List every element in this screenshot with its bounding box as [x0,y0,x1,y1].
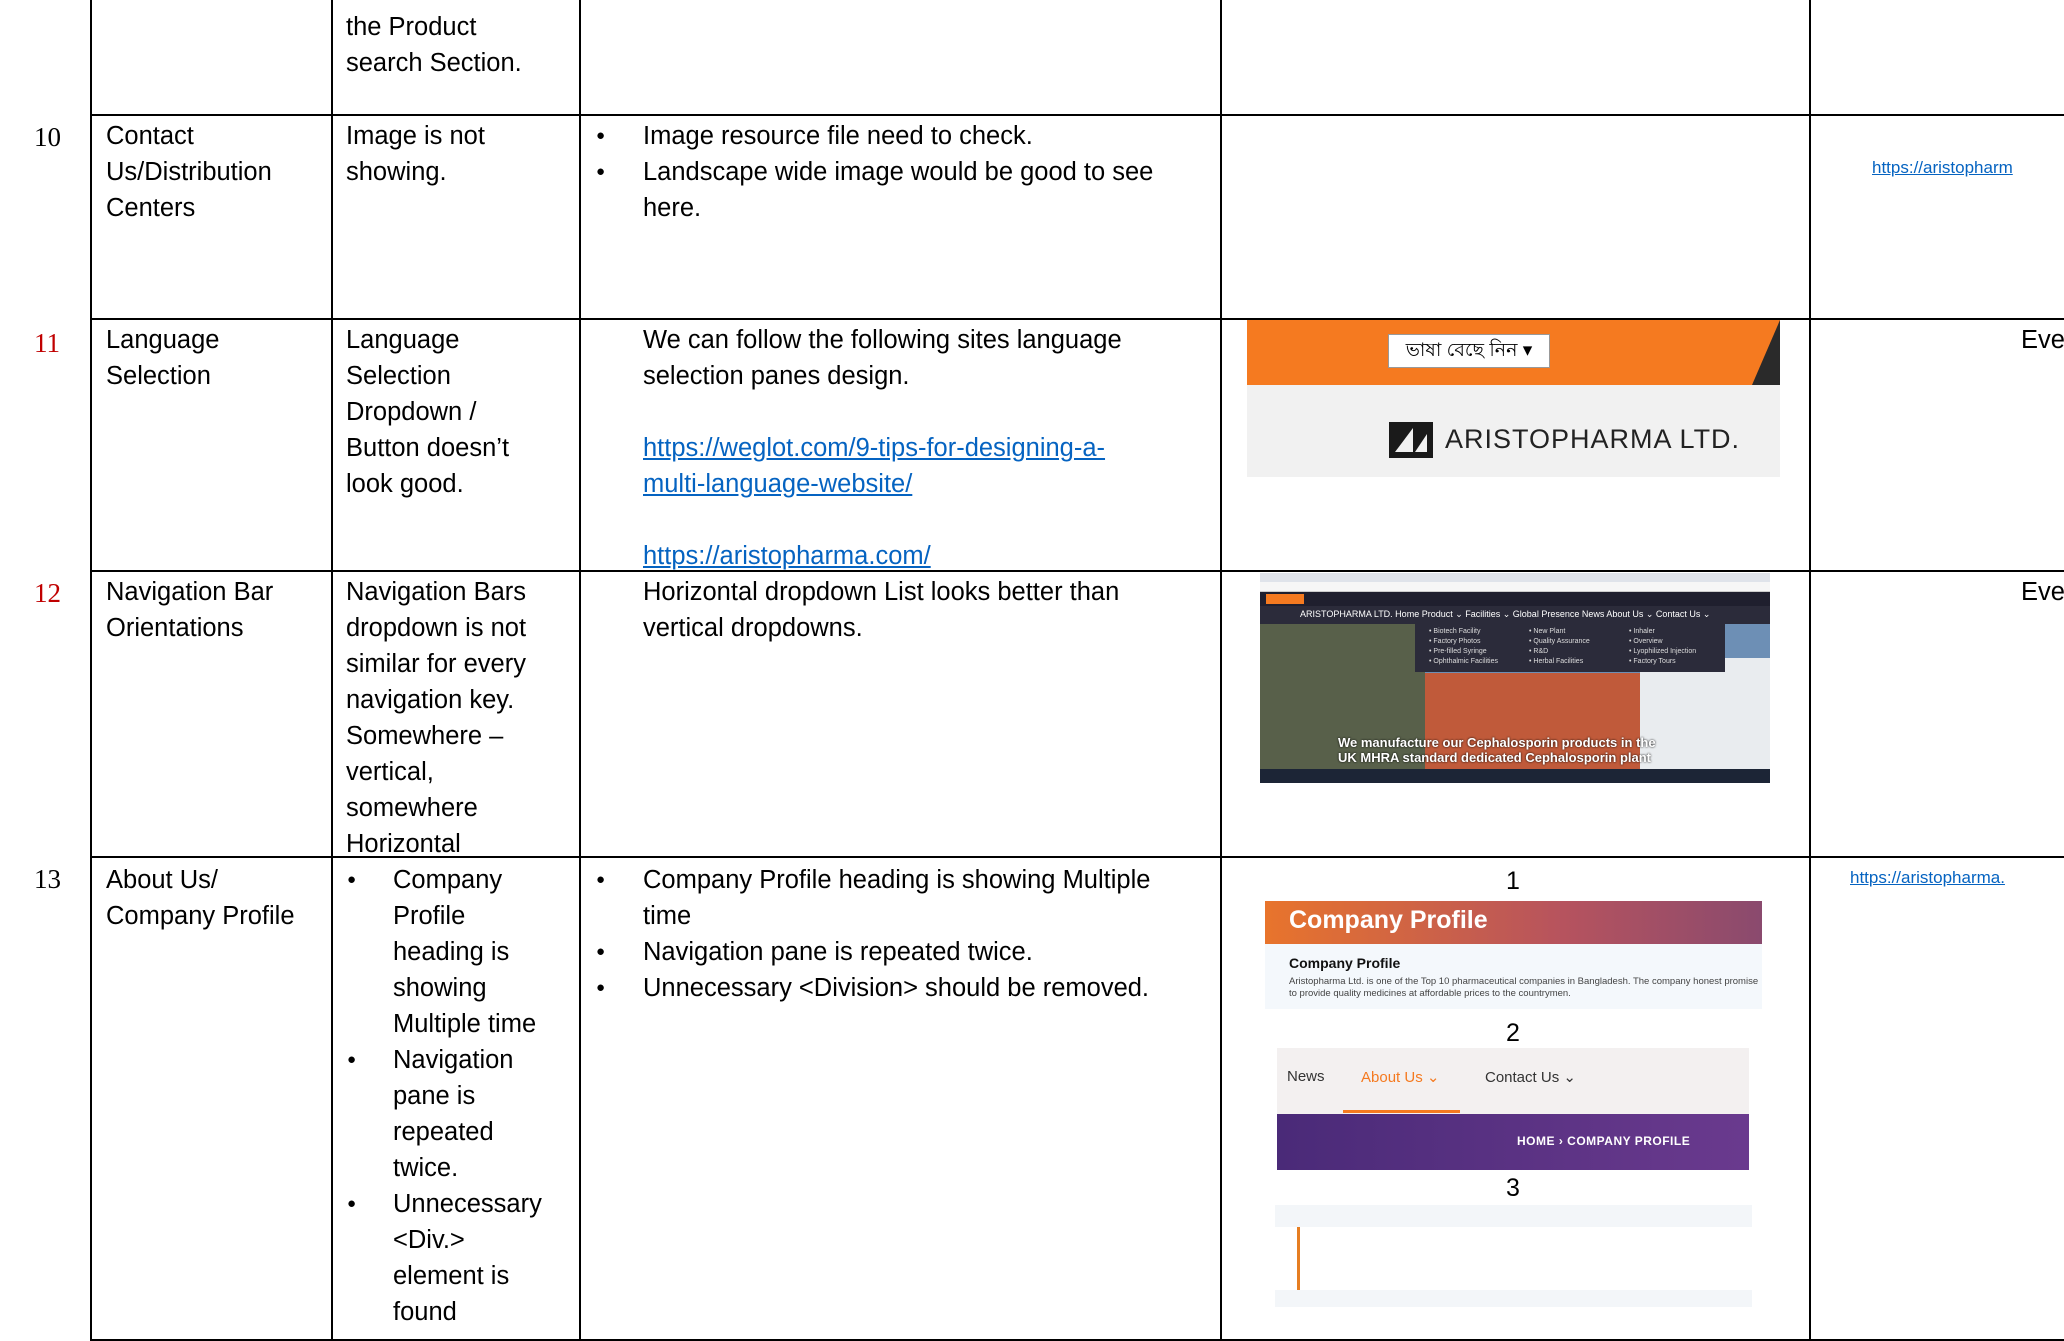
list-item: Unnecessary<Div.>element isfound [331,1186,576,1330]
horizontal-dropdown: • Biotech Facility • Factory Photos • Pr… [1415,624,1725,672]
row-issue: Navigation Bars dropdown is not similar … [346,574,526,862]
division-accent [1297,1227,1300,1290]
text-line: search Section. [346,49,522,77]
site-menubar: ARISTOPHARMA LTD. Home Product ⌄ Facilit… [1260,606,1770,624]
reference-link[interactable]: https://aristopharm [1872,157,2013,179]
scope-text: Eve [2021,326,2064,354]
text-line: Selection [346,362,451,390]
row-number: 11 [34,328,60,358]
text-line: Selection [106,362,211,390]
company-profile-banner: Company Profile [1265,901,1762,944]
row-section: Navigation Bar Orientations [106,574,273,646]
row-border [90,114,2064,116]
site-topbar [1260,592,1770,606]
text-line: Dropdown / [346,398,477,426]
breadcrumb: HOME › COMPANY PROFILE [1517,1134,1691,1148]
column-border [1220,0,1222,1341]
text-line: similar for every [346,650,526,678]
aristopharma-link[interactable]: https://aristopharma.com/ [643,542,931,570]
empty-division [1275,1227,1752,1290]
menu-text: ARISTOPHARMA LTD. Home Product ⌄ Facilit… [1300,609,1711,619]
weglot-link-continued[interactable]: multi-language-website/ [643,470,912,498]
text-line: look good. [346,470,464,498]
list-item: CompanyProfileheading isshowingMultiple … [331,862,576,1042]
text-line: Image is not [346,122,485,150]
company-profile-subheading: Company Profile [1289,955,1401,971]
language-dropdown: ভাষা বেছে নিন ▾ [1388,334,1550,368]
breadcrumb-bar: HOME › COMPANY PROFILE [1277,1114,1749,1170]
row-number: 12 [34,578,61,608]
row-section: Language Selection [106,322,219,394]
row-number: 13 [34,864,61,894]
text-line: Navigation Bar [106,578,274,606]
column-border [1809,0,1811,1341]
list-item: Landscape wide image would be good to se… [580,154,1180,226]
screenshot-label-3: 3 [1506,1174,1520,1202]
suggestion-list: Image resource file need to check. Lands… [580,118,1180,226]
text-line: somewhere [346,794,478,822]
hero-building-white [1640,658,1770,769]
list-item: Unnecessary <Division> should be removed… [580,970,1210,1006]
hero-caption: We manufacture our Cephalosporin product… [1338,735,1656,765]
text-line: Company Profile [106,902,295,930]
row-section: Contact Us/Distribution Centers [106,118,272,226]
row-issue: Language Selection Dropdown / Button doe… [346,322,509,502]
list-item: Image resource file need to check. [580,118,1180,154]
text-line: Horizontal [346,830,461,858]
nav-about: About Us ⌄ [1361,1069,1440,1086]
text-line: We can follow the following sites langua… [643,326,1122,354]
nav-news: News [1287,1068,1325,1085]
empty-division-screenshot [1275,1205,1752,1307]
text-line: Language [106,326,220,354]
reference-link[interactable]: https://aristopharma. [1850,867,2005,889]
row-suggestion: Horizontal dropdown List looks better th… [643,574,1213,646]
row-number: 10 [34,122,61,152]
text-line: Centers [106,194,196,222]
text-line: Button doesn’t [346,434,510,462]
language-selector-screenshot: ভাষা বেছে নিন ▾ ARISTOPHARMA LTD. [1247,320,1780,477]
company-profile-paragraph: Aristopharma Ltd. is one of the Top 10 p… [1289,976,1759,999]
screenshot-label-1: 1 [1506,867,1520,895]
text-line: dropdown is not [346,614,527,642]
text-line: Horizontal dropdown List looks better th… [643,578,1120,606]
suggestion-list: Company Profile heading is showing Multi… [580,862,1210,1006]
text-line: selection panes design. [643,362,910,390]
row-section: About Us/ Company Profile [106,862,295,934]
text-line: vertical, [346,758,434,786]
text-line: Navigation Bars [346,578,527,606]
nav-contact: Contact Us ⌄ [1485,1069,1576,1086]
aristopharma-logo-icon [1389,422,1433,458]
duplicate-nav-screenshot: News About Us ⌄ Contact Us ⌄ HOME › COMP… [1277,1048,1749,1170]
text-line: Contact [106,122,194,150]
header-corner [1752,320,1780,385]
row-issue: Image is not showing. [346,118,485,190]
text-line: showing. [346,158,447,186]
active-underline [1343,1110,1460,1113]
row-suggestion: We can follow the following sites langua… [643,322,1213,574]
text-line: Orientations [106,614,244,642]
text-line: Somewhere – [346,722,504,750]
weglot-link[interactable]: https://weglot.com/9-tips-for-designing-… [643,434,1105,462]
nav-strip: News About Us ⌄ Contact Us ⌄ [1277,1048,1749,1113]
navigation-bar-screenshot: ARISTOPHARMA LTD. Home Product ⌄ Facilit… [1260,573,1770,783]
row-continued-issue: the Product search Section. [346,9,522,81]
screenshot-label-2: 2 [1506,1019,1520,1047]
text-line: Us/Distribution [106,158,272,186]
text-line: About Us/ [106,866,218,894]
scope-text: Eve [2021,578,2064,606]
brand-name: ARISTOPHARMA LTD. [1445,424,1741,454]
issue-list: CompanyProfileheading isshowingMultiple … [331,862,576,1330]
taskbar [1260,769,1770,783]
company-profile-screenshot: Company Profile Company Profile Aristoph… [1265,901,1762,1009]
list-item: Navigation pane is repeated twice. [580,934,1210,970]
text-line: Language [346,326,460,354]
list-item: Navigationpane isrepeatedtwice. [331,1042,576,1186]
browser-tabs [1260,573,1770,582]
text-line: vertical dropdowns. [643,614,863,642]
text-line: navigation key. [346,686,515,714]
text-line: the Product [346,13,477,41]
column-border [90,0,92,1341]
browser-address-bar [1260,582,1770,592]
list-item: Company Profile heading is showing Multi… [580,862,1210,934]
